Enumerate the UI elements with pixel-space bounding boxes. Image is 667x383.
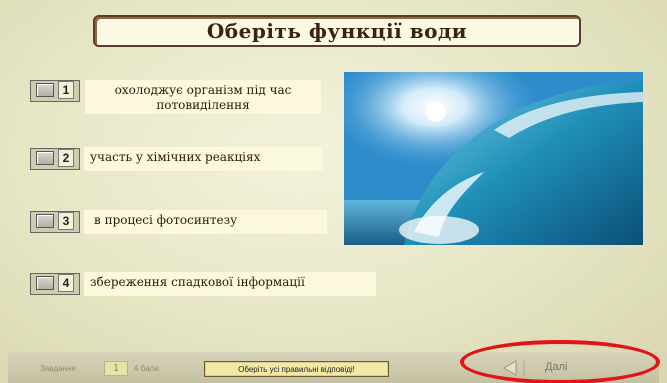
option-4-number: 4	[58, 274, 74, 292]
title-banner: Оберіть функції води	[93, 15, 581, 47]
instruction-hint: Оберіть усі правильні відповіді!	[204, 361, 389, 377]
task-number: 1	[104, 361, 128, 376]
quiz-slide: Оберіть функції води 1 охолоджує організ…	[0, 0, 667, 383]
option-3-text: в процесі фотосинтезу	[84, 210, 327, 234]
highlight-oval	[460, 340, 660, 383]
points-label: 4 бали.	[134, 364, 161, 373]
option-2-number: 2	[58, 149, 74, 167]
option-2-text: участь у хімічних реакціях	[84, 147, 322, 171]
option-3-number: 3	[58, 212, 74, 230]
wave-illustration	[344, 72, 643, 245]
option-4-checkbox[interactable]	[36, 276, 54, 290]
ocean-wave-image	[344, 72, 643, 245]
page-title: Оберіть функції води	[206, 19, 468, 43]
option-4-text: збереження спадкової інформації	[84, 272, 376, 296]
option-1-checkbox[interactable]	[36, 83, 54, 97]
option-3-checkbox[interactable]	[36, 214, 54, 228]
option-1-text: охолоджує організм під час потовиділення	[85, 80, 321, 114]
option-2-checkbox[interactable]	[36, 151, 54, 165]
task-label: Завдання	[40, 364, 76, 373]
option-1-number: 1	[58, 81, 74, 99]
